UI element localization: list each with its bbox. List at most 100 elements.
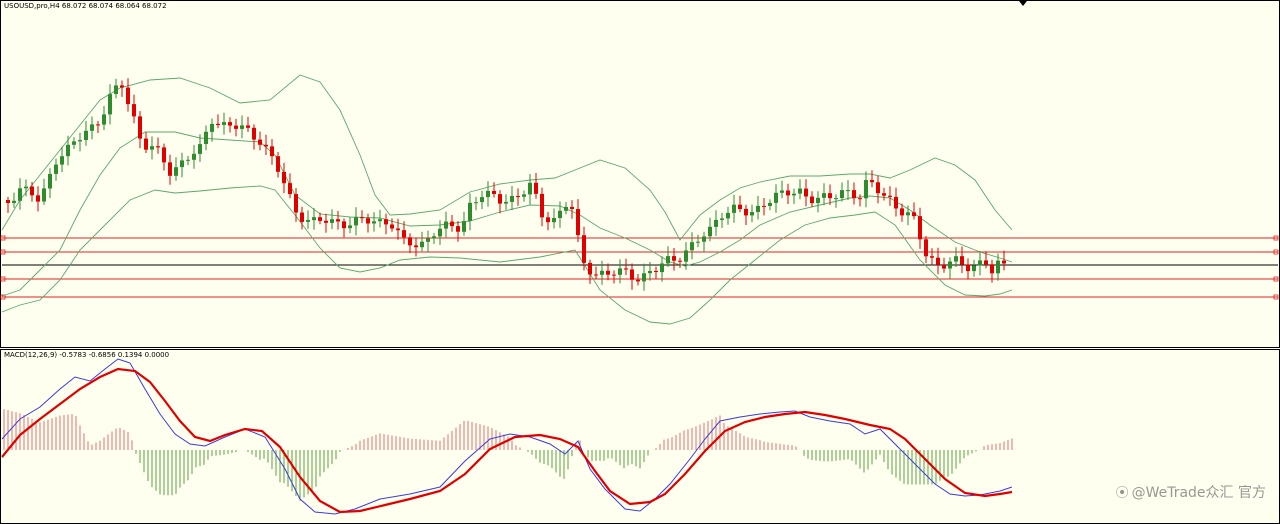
candle-body [516, 196, 520, 197]
candle [576, 199, 580, 243]
candle [48, 168, 52, 199]
candle-body [528, 182, 532, 195]
candle-body [714, 219, 718, 227]
candle [360, 210, 364, 224]
candle-body [498, 194, 502, 204]
candle-body [336, 219, 340, 222]
candle [18, 178, 22, 210]
candle-body [204, 131, 208, 144]
candle-body [996, 260, 1000, 274]
candle-body [282, 171, 286, 184]
candle [780, 180, 784, 199]
candle [456, 221, 460, 242]
candle-body [462, 221, 466, 232]
candle-body [606, 270, 610, 275]
candle [120, 80, 124, 97]
candle [858, 194, 862, 207]
candle-body [816, 197, 820, 203]
candle-body [648, 271, 652, 274]
candle-body [24, 186, 28, 189]
candle-body [612, 274, 616, 276]
candle [126, 78, 130, 112]
candle-body [582, 235, 586, 263]
candle [636, 274, 640, 286]
candle-body [414, 245, 418, 248]
candle [876, 176, 880, 204]
candle [222, 112, 226, 135]
candle-body [474, 202, 478, 204]
candle [228, 117, 232, 133]
candle-body [786, 190, 790, 196]
candle-body [366, 218, 370, 224]
candle-body [306, 220, 310, 222]
candle-body [534, 182, 538, 194]
price-pane-border [0, 0, 1280, 348]
candle-body [228, 122, 232, 126]
candle [462, 211, 466, 236]
candle [234, 118, 238, 137]
candle-body [108, 94, 112, 115]
candle [726, 206, 730, 225]
candle [192, 145, 196, 169]
candle [552, 208, 556, 229]
candle-body [156, 146, 160, 148]
bollinger-lower-band [1, 185, 1013, 325]
candle-body [966, 264, 970, 272]
candle [816, 191, 820, 213]
candle-body [144, 138, 148, 150]
candle [492, 182, 496, 198]
candle [324, 213, 328, 233]
candle-body [720, 218, 724, 220]
candle-body [696, 241, 700, 243]
candle [522, 190, 526, 202]
candle-body [1002, 260, 1006, 264]
candle [348, 217, 352, 234]
candle-body [12, 200, 16, 203]
candle [798, 179, 802, 200]
candle-body [354, 217, 358, 226]
candle [366, 213, 370, 233]
candle [720, 212, 724, 228]
candle-body [888, 195, 892, 197]
candle-body [864, 180, 868, 199]
candle [756, 195, 760, 220]
candle-body [948, 261, 952, 269]
candle-body [270, 146, 274, 157]
candle-body [858, 198, 862, 200]
candle-body [732, 204, 736, 213]
candle [864, 171, 868, 208]
candle [1002, 250, 1006, 271]
candle-body [444, 221, 448, 229]
candle [138, 111, 142, 149]
candle [240, 115, 244, 139]
candle-body [210, 123, 214, 132]
candle [162, 143, 166, 171]
candle-body [450, 221, 454, 227]
candle-body [216, 123, 220, 125]
candle [852, 182, 856, 205]
chart-shift-marker-icon[interactable] [1019, 1, 1027, 6]
candle-body [624, 268, 628, 270]
candle [276, 152, 280, 178]
price-chart[interactable] [0, 0, 1280, 348]
candle-body [318, 217, 322, 221]
candle [768, 199, 772, 211]
candle-body [312, 217, 316, 221]
candle-body [960, 256, 964, 265]
candle-body [822, 193, 826, 198]
candle-body [630, 269, 634, 280]
candle [204, 125, 208, 151]
candle-body [6, 200, 10, 203]
macd-chart[interactable] [0, 349, 1280, 524]
candle-body [36, 195, 40, 202]
candle [924, 236, 928, 264]
candle-body [192, 153, 196, 160]
candle-body [828, 193, 832, 199]
candle-body [96, 124, 100, 126]
candle [702, 231, 706, 252]
candle [66, 135, 70, 166]
candle [90, 116, 94, 140]
candle [840, 182, 844, 202]
candle-body [900, 208, 904, 216]
candle-body [222, 122, 226, 125]
